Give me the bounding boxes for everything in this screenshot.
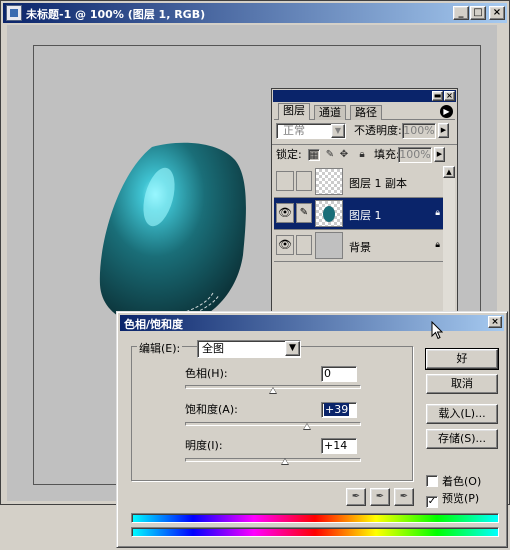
layers-palette-titlebar[interactable]: ▬ × xyxy=(273,90,456,102)
layer-list: 图层 1 副本 👁︎ ✎ 图层 1 🔒︎ 👁︎ 背景 🔒︎ xyxy=(274,166,443,316)
input-spectrum-bar xyxy=(131,513,499,523)
blend-row: 正常 ▼ 不透明度: 100% ▶ xyxy=(276,123,453,140)
load-button[interactable]: 载入(L)... xyxy=(426,404,498,424)
lightness-slider-track[interactable] xyxy=(185,458,361,462)
fill-field[interactable]: 100% xyxy=(398,147,432,163)
photoshop-document-icon xyxy=(6,5,22,21)
opacity-slider-arrow-icon[interactable]: ▶ xyxy=(438,123,449,138)
layer-row[interactable]: 👁︎ 背景 🔒︎ xyxy=(274,230,443,262)
minimize-button[interactable]: _ xyxy=(453,6,469,20)
lock-row: 锁定: ▦ ✎ ✥ 🔒︎ 填充: 100% ▶ xyxy=(272,144,457,164)
layer-thumbnail xyxy=(315,200,343,227)
palette-tabs: 图层 通道 路径 ▶ xyxy=(274,103,455,120)
dialog-title: 色相/饱和度 xyxy=(124,318,184,331)
brush-icon[interactable]: ✎ xyxy=(296,203,312,223)
opacity-label: 不透明度: xyxy=(354,124,402,137)
lock-all-icon[interactable]: 🔒︎ xyxy=(356,149,368,161)
eye-icon[interactable]: 👁︎ xyxy=(276,235,294,255)
saturation-slider-track[interactable] xyxy=(185,422,361,426)
opacity-field[interactable]: 100% xyxy=(402,123,436,139)
layers-palette: ▬ × 图层 通道 路径 ▶ 正常 ▼ 不透明度: 100% ▶ 锁定: ▦ ✎… xyxy=(271,88,458,318)
eye-icon[interactable]: 👁︎ xyxy=(276,203,294,223)
tab-layers[interactable]: 图层 xyxy=(278,103,310,120)
eyedropper-plus-icon[interactable]: ✒︎ xyxy=(370,488,390,506)
colorize-checkbox-box[interactable] xyxy=(426,475,438,487)
scroll-up-icon[interactable]: ▲ xyxy=(443,166,455,178)
document-title: 未标题-1 @ 100% (图层 1, RGB) xyxy=(26,8,206,21)
layer-list-scrollbar[interactable]: ▲ xyxy=(443,166,455,316)
lock-icon: 🔒︎ xyxy=(435,240,440,250)
edit-value: 全图 xyxy=(202,342,224,355)
hue-label: 色相(H): xyxy=(185,367,228,380)
document-titlebar[interactable]: 未标题-1 @ 100% (图层 1, RGB) _ □ × xyxy=(3,3,507,23)
tab-paths[interactable]: 路径 xyxy=(350,105,382,120)
egg-thumbnail-icon xyxy=(323,206,335,222)
blend-mode-value: 正常 xyxy=(283,124,305,137)
saturation-field[interactable]: +39 xyxy=(321,402,357,418)
eyedropper-minus-icon[interactable]: ✒︎ xyxy=(394,488,414,506)
cancel-button[interactable]: 取消 xyxy=(426,374,498,394)
link-toggle[interactable] xyxy=(296,235,312,255)
layer-name: 背景 xyxy=(349,241,371,254)
mouse-pointer-icon xyxy=(431,321,443,340)
dialog-close-button[interactable]: × xyxy=(488,316,502,328)
output-spectrum-bar xyxy=(131,527,499,537)
layer-name: 图层 1 xyxy=(349,209,382,222)
hue-saturation-dialog: 色相/饱和度 × 编辑(E): 全图 ▼ 色相(H): 0 饱和度(A): +3… xyxy=(116,311,508,548)
fill-label: 填充: xyxy=(374,148,400,161)
edit-label: 编辑(E): xyxy=(137,342,183,355)
link-toggle[interactable] xyxy=(296,171,312,191)
colorize-checkbox[interactable]: 着色(O) xyxy=(426,475,481,488)
layer-thumbnail xyxy=(315,232,343,259)
layer-row-selected[interactable]: 👁︎ ✎ 图层 1 🔒︎ xyxy=(274,198,443,230)
fill-slider-arrow-icon[interactable]: ▶ xyxy=(434,147,445,162)
hue-field[interactable]: 0 xyxy=(321,366,357,382)
blend-mode-select[interactable]: 正常 ▼ xyxy=(276,123,346,139)
hue-slider-thumb[interactable] xyxy=(269,387,277,394)
palette-minimize-button[interactable]: ▬ xyxy=(432,91,443,101)
colorize-label: 着色(O) xyxy=(442,475,482,488)
ok-button[interactable]: 好 xyxy=(425,348,499,370)
chevron-down-icon[interactable]: ▼ xyxy=(285,341,300,356)
lock-move-icon[interactable]: ✥ xyxy=(338,149,350,161)
tab-channels[interactable]: 通道 xyxy=(314,105,346,120)
lock-icon: 🔒︎ xyxy=(435,208,440,218)
close-button[interactable]: × xyxy=(489,6,505,20)
lightness-label: 明度(I): xyxy=(185,439,223,452)
lock-transparency-icon[interactable]: ▦ xyxy=(308,149,320,161)
eyedropper-icon[interactable]: ✒︎ xyxy=(346,488,366,506)
lightness-field[interactable]: +14 xyxy=(321,438,357,454)
saturation-slider-thumb[interactable] xyxy=(303,423,312,430)
saturation-value: +39 xyxy=(324,403,350,416)
visibility-toggle[interactable] xyxy=(276,171,294,191)
chevron-down-icon[interactable]: ▼ xyxy=(331,124,345,138)
checkmark-icon[interactable]: ✓ xyxy=(426,496,438,508)
dialog-titlebar[interactable]: 色相/饱和度 × xyxy=(120,315,504,331)
lock-label: 锁定: xyxy=(276,148,302,161)
lock-brush-icon[interactable]: ✎ xyxy=(324,149,336,161)
preview-checkbox[interactable]: ✓ 预览(P) xyxy=(426,492,479,508)
palette-close-button[interactable]: × xyxy=(444,91,455,101)
save-button[interactable]: 存储(S)... xyxy=(426,429,498,449)
saturation-label: 饱和度(A): xyxy=(185,403,238,416)
egg-shape xyxy=(99,142,246,328)
lightness-slider-thumb[interactable] xyxy=(281,458,290,465)
palette-menu-arrow-icon[interactable]: ▶ xyxy=(440,105,453,118)
restore-button[interactable]: □ xyxy=(470,6,486,20)
edit-select[interactable]: 全图 ▼ xyxy=(197,340,301,358)
layer-thumbnail xyxy=(315,168,343,195)
preview-label: 预览(P) xyxy=(442,492,480,505)
layer-row[interactable]: 图层 1 副本 xyxy=(274,166,443,198)
layer-name: 图层 1 副本 xyxy=(349,177,407,190)
